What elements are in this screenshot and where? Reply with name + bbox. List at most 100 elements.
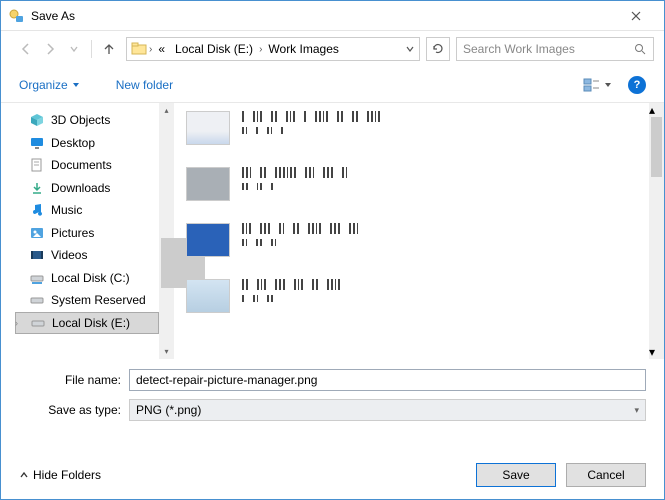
toolbar: Organize New folder ?	[1, 67, 664, 103]
organize-label: Organize	[19, 78, 68, 92]
caret-down-icon	[604, 82, 612, 88]
file-meta	[242, 167, 347, 194]
chevron-down-icon[interactable]	[405, 44, 415, 54]
arrow-up-icon	[102, 42, 116, 56]
breadcrumb-seg-2[interactable]: Work Images	[264, 42, 342, 56]
file-detail-redacted	[242, 127, 380, 138]
search-icon	[634, 43, 647, 56]
save-button[interactable]: Save	[476, 463, 556, 487]
close-icon	[631, 11, 641, 21]
tree-item-label: Local Disk (C:)	[51, 271, 130, 285]
videos-icon	[29, 247, 45, 263]
file-item[interactable]	[186, 279, 649, 313]
tree-item-pictures[interactable]: Pictures	[15, 222, 159, 245]
scroll-up-icon[interactable]: ▴	[649, 103, 664, 117]
file-thumbnail	[186, 223, 230, 257]
3d-objects-icon	[29, 112, 45, 128]
tree-item-documents[interactable]: Documents	[15, 154, 159, 177]
tree-item-desktop[interactable]: Desktop	[15, 132, 159, 155]
chevron-up-icon	[19, 470, 29, 480]
back-button[interactable]	[15, 38, 37, 60]
refresh-icon	[431, 42, 445, 56]
tree-item-label: Documents	[51, 158, 112, 172]
scroll-track[interactable]	[649, 117, 664, 345]
tree-item-music[interactable]: Music	[15, 199, 159, 222]
tree-item-downloads[interactable]: Downloads	[15, 177, 159, 200]
file-thumbnail	[186, 279, 230, 313]
file-meta	[242, 223, 358, 250]
search-input[interactable]: Search Work Images	[456, 37, 654, 61]
drive-icon	[30, 315, 46, 331]
breadcrumb-seg-1[interactable]: Local Disk (E:)	[171, 42, 257, 56]
folder-tree: 3D Objects Desktop Documents Downloads M…	[1, 103, 159, 359]
form-area: File name: Save as type: PNG (*.png) ▾	[1, 359, 664, 433]
breadcrumb-overflow[interactable]: «	[154, 42, 169, 56]
chevron-down-icon	[69, 44, 79, 54]
view-icon	[583, 78, 601, 92]
hide-folders-button[interactable]: Hide Folders	[19, 468, 101, 482]
arrow-left-icon	[19, 42, 33, 56]
filetype-value: PNG (*.png)	[136, 403, 201, 417]
drive-icon	[29, 270, 45, 286]
file-detail-redacted	[242, 239, 358, 250]
recent-dropdown[interactable]	[63, 38, 85, 60]
refresh-button[interactable]	[426, 37, 450, 61]
close-button[interactable]	[616, 1, 656, 31]
address-bar[interactable]: › « Local Disk (E:) › Work Images	[126, 37, 420, 61]
save-label: Save	[502, 468, 529, 482]
titlebar: Save As	[1, 1, 664, 31]
chevron-right-icon: ›	[259, 44, 262, 55]
file-meta	[242, 279, 340, 306]
caret-down-icon	[72, 82, 80, 88]
chevron-down-icon: ▾	[634, 405, 639, 416]
music-icon	[29, 202, 45, 218]
tree-item-system-reserved[interactable]: System Reserved	[15, 289, 159, 312]
file-item[interactable]	[186, 223, 649, 257]
window-title: Save As	[31, 9, 75, 23]
tree-item-label: Local Disk (E:)	[52, 316, 130, 330]
forward-button[interactable]	[39, 38, 61, 60]
cancel-label: Cancel	[587, 468, 624, 482]
file-detail-redacted	[242, 183, 347, 194]
tree-item-label: Downloads	[51, 181, 110, 195]
tree-item-videos[interactable]: Videos	[15, 244, 159, 267]
scroll-down-icon[interactable]: ▾	[159, 344, 174, 359]
scroll-track[interactable]	[159, 118, 174, 344]
tree-item-label: Pictures	[51, 226, 94, 240]
help-button[interactable]: ?	[628, 76, 646, 94]
pictures-icon	[29, 225, 45, 241]
app-icon	[9, 8, 25, 24]
file-thumbnail	[186, 167, 230, 201]
main-area: 3D Objects Desktop Documents Downloads M…	[1, 103, 664, 359]
cancel-button[interactable]: Cancel	[566, 463, 646, 487]
file-meta	[242, 111, 380, 138]
file-name-redacted	[242, 111, 380, 122]
filename-label: File name:	[19, 373, 129, 387]
files-scrollbar[interactable]: ▴ ▾	[649, 103, 664, 359]
documents-icon	[29, 157, 45, 173]
chevron-right-icon: ›	[149, 44, 152, 55]
tree-item-label: System Reserved	[51, 293, 146, 307]
new-folder-button[interactable]: New folder	[116, 78, 173, 92]
tree-item-local-disk-c[interactable]: Local Disk (C:)	[15, 267, 159, 290]
file-item[interactable]	[186, 111, 649, 145]
organize-menu[interactable]: Organize	[19, 78, 80, 92]
up-button[interactable]	[98, 38, 120, 60]
tree-scrollbar[interactable]: ▴ ▾	[159, 103, 174, 359]
file-detail-redacted	[242, 295, 340, 306]
file-list[interactable]	[174, 103, 649, 359]
nav-row: › « Local Disk (E:) › Work Images Search…	[1, 31, 664, 67]
tree-item-local-disk-e[interactable]: › Local Disk (E:)	[15, 312, 159, 335]
tree-item-label: 3D Objects	[51, 113, 110, 127]
tree-item-3d-objects[interactable]: 3D Objects	[15, 109, 159, 132]
scroll-up-icon[interactable]: ▴	[159, 103, 174, 118]
scroll-thumb[interactable]	[651, 117, 662, 177]
tree-item-label: Desktop	[51, 136, 95, 150]
scroll-down-icon[interactable]: ▾	[649, 345, 664, 359]
filename-input[interactable]	[129, 369, 646, 391]
view-button[interactable]	[583, 78, 612, 92]
file-item[interactable]	[186, 167, 649, 201]
search-placeholder: Search Work Images	[463, 42, 575, 56]
expand-icon[interactable]: ›	[15, 318, 18, 328]
filetype-select[interactable]: PNG (*.png) ▾	[129, 399, 646, 421]
